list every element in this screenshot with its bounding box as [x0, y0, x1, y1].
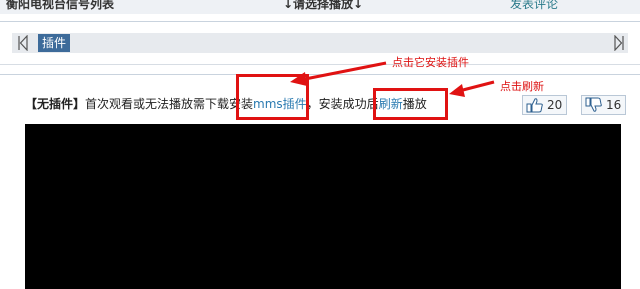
thumbs-up-count: 20: [547, 98, 563, 112]
thumbs-up-button[interactable]: 20: [522, 95, 568, 115]
thumbs-down-button[interactable]: 16: [581, 95, 627, 115]
refresh-arrow: [458, 80, 495, 93]
install-hint-callout: 点击它安装插件: [392, 56, 469, 69]
thumbs-down-count: 16: [606, 98, 622, 112]
install-arrowhead: [290, 72, 307, 86]
refresh-hint-callout: 点击刷新: [500, 80, 544, 93]
thumbs-up-icon: [526, 98, 543, 113]
install-arrow: [299, 61, 387, 82]
thumbs-down-icon: [585, 97, 602, 112]
video-player[interactable]: [25, 124, 621, 289]
refresh-arrowhead: [449, 84, 465, 97]
